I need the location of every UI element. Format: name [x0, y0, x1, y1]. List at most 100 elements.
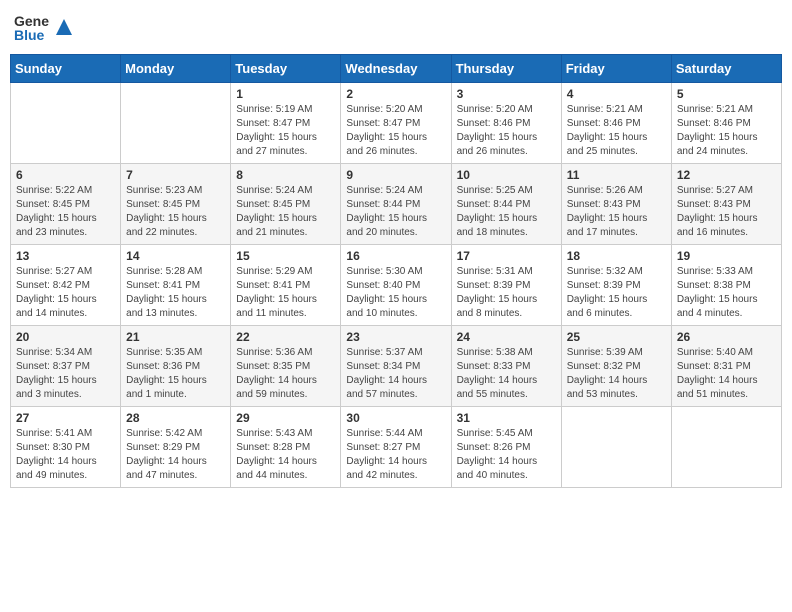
day-number: 10 [457, 168, 556, 182]
calendar-cell: 10 Sunrise: 5:25 AM Sunset: 8:44 PM Dayli… [451, 164, 561, 245]
day-info: Sunrise: 5:30 AM Sunset: 8:40 PM Dayligh… [346, 265, 445, 321]
day-info: Sunrise: 5:32 AM Sunset: 8:39 PM Dayligh… [567, 265, 666, 321]
day-info: Sunrise: 5:41 AM Sunset: 8:30 PM Dayligh… [16, 427, 115, 483]
day-info: Sunrise: 5:23 AM Sunset: 8:45 PM Dayligh… [126, 184, 225, 240]
day-info: Sunrise: 5:29 AM Sunset: 8:41 PM Dayligh… [236, 265, 335, 321]
calendar-cell: 29 Sunrise: 5:43 AM Sunset: 8:28 PM Dayli… [231, 407, 341, 488]
day-number: 6 [16, 168, 115, 182]
weekday-header: Wednesday [341, 55, 451, 83]
day-info: Sunrise: 5:44 AM Sunset: 8:27 PM Dayligh… [346, 427, 445, 483]
calendar-cell: 19 Sunrise: 5:33 AM Sunset: 8:38 PM Dayli… [671, 245, 781, 326]
day-number: 8 [236, 168, 335, 182]
day-info: Sunrise: 5:38 AM Sunset: 8:33 PM Dayligh… [457, 346, 556, 402]
day-number: 15 [236, 249, 335, 263]
svg-text:Blue: Blue [14, 27, 45, 43]
calendar-cell: 31 Sunrise: 5:45 AM Sunset: 8:26 PM Dayli… [451, 407, 561, 488]
calendar-header-row: SundayMondayTuesdayWednesdayThursdayFrid… [11, 55, 782, 83]
day-number: 30 [346, 411, 445, 425]
calendar-cell: 11 Sunrise: 5:26 AM Sunset: 8:43 PM Dayli… [561, 164, 671, 245]
day-number: 12 [677, 168, 776, 182]
calendar-week-row: 6 Sunrise: 5:22 AM Sunset: 8:45 PM Daylig… [11, 164, 782, 245]
logo: General Blue [14, 10, 72, 46]
logo-svg: General Blue [14, 10, 50, 46]
day-info: Sunrise: 5:43 AM Sunset: 8:28 PM Dayligh… [236, 427, 335, 483]
calendar-cell: 7 Sunrise: 5:23 AM Sunset: 8:45 PM Daylig… [121, 164, 231, 245]
weekday-header: Thursday [451, 55, 561, 83]
calendar-week-row: 20Sunrise: 5:34 AM Sunset: 8:37 PM Dayli… [11, 326, 782, 407]
day-info: Sunrise: 5:42 AM Sunset: 8:29 PM Dayligh… [126, 427, 225, 483]
calendar-cell: 4Sunrise: 5:21 AM Sunset: 8:46 PM Daylig… [561, 83, 671, 164]
calendar-cell: 8 Sunrise: 5:24 AM Sunset: 8:45 PM Daylig… [231, 164, 341, 245]
day-number: 13 [16, 249, 115, 263]
day-number: 2 [346, 87, 445, 101]
day-number: 25 [567, 330, 666, 344]
calendar-cell [11, 83, 121, 164]
weekday-header: Sunday [11, 55, 121, 83]
calendar-week-row: 1Sunrise: 5:19 AM Sunset: 8:47 PM Daylig… [11, 83, 782, 164]
day-info: Sunrise: 5:33 AM Sunset: 8:38 PM Dayligh… [677, 265, 776, 321]
day-info: Sunrise: 5:27 AM Sunset: 8:42 PM Dayligh… [16, 265, 115, 321]
day-info: Sunrise: 5:27 AM Sunset: 8:43 PM Dayligh… [677, 184, 776, 240]
day-info: Sunrise: 5:25 AM Sunset: 8:44 PM Dayligh… [457, 184, 556, 240]
calendar-cell: 5Sunrise: 5:21 AM Sunset: 8:46 PM Daylig… [671, 83, 781, 164]
calendar-cell: 26 Sunrise: 5:40 AM Sunset: 8:31 PM Dayli… [671, 326, 781, 407]
day-number: 26 [677, 330, 776, 344]
day-info: Sunrise: 5:39 AM Sunset: 8:32 PM Dayligh… [567, 346, 666, 402]
calendar-cell: 9 Sunrise: 5:24 AM Sunset: 8:44 PM Daylig… [341, 164, 451, 245]
day-number: 4 [567, 87, 666, 101]
calendar-cell: 14 Sunrise: 5:28 AM Sunset: 8:41 PM Dayli… [121, 245, 231, 326]
calendar-cell: 24Sunrise: 5:38 AM Sunset: 8:33 PM Dayli… [451, 326, 561, 407]
weekday-header: Saturday [671, 55, 781, 83]
day-info: Sunrise: 5:20 AM Sunset: 8:46 PM Dayligh… [457, 103, 556, 159]
day-number: 22 [236, 330, 335, 344]
calendar-cell: 6 Sunrise: 5:22 AM Sunset: 8:45 PM Daylig… [11, 164, 121, 245]
calendar-cell: 3 Sunrise: 5:20 AM Sunset: 8:46 PM Daylig… [451, 83, 561, 164]
logo-icon: General Blue [14, 10, 50, 46]
calendar-cell: 2Sunrise: 5:20 AM Sunset: 8:47 PM Daylig… [341, 83, 451, 164]
calendar-cell: 17Sunrise: 5:31 AM Sunset: 8:39 PM Dayli… [451, 245, 561, 326]
calendar-cell: 1Sunrise: 5:19 AM Sunset: 8:47 PM Daylig… [231, 83, 341, 164]
day-number: 14 [126, 249, 225, 263]
calendar-week-row: 13 Sunrise: 5:27 AM Sunset: 8:42 PM Dayli… [11, 245, 782, 326]
calendar-cell: 16 Sunrise: 5:30 AM Sunset: 8:40 PM Dayli… [341, 245, 451, 326]
day-info: Sunrise: 5:37 AM Sunset: 8:34 PM Dayligh… [346, 346, 445, 402]
day-number: 9 [346, 168, 445, 182]
day-info: Sunrise: 5:35 AM Sunset: 8:36 PM Dayligh… [126, 346, 225, 402]
calendar-cell: 25 Sunrise: 5:39 AM Sunset: 8:32 PM Dayli… [561, 326, 671, 407]
day-info: Sunrise: 5:45 AM Sunset: 8:26 PM Dayligh… [457, 427, 556, 483]
day-number: 7 [126, 168, 225, 182]
day-info: Sunrise: 5:21 AM Sunset: 8:46 PM Dayligh… [677, 103, 776, 159]
calendar-cell: 12 Sunrise: 5:27 AM Sunset: 8:43 PM Dayli… [671, 164, 781, 245]
day-info: Sunrise: 5:24 AM Sunset: 8:45 PM Dayligh… [236, 184, 335, 240]
calendar-cell: 30 Sunrise: 5:44 AM Sunset: 8:27 PM Dayli… [341, 407, 451, 488]
day-info: Sunrise: 5:36 AM Sunset: 8:35 PM Dayligh… [236, 346, 335, 402]
calendar-cell: 18 Sunrise: 5:32 AM Sunset: 8:39 PM Dayli… [561, 245, 671, 326]
day-number: 1 [236, 87, 335, 101]
calendar-cell: 28 Sunrise: 5:42 AM Sunset: 8:29 PM Dayli… [121, 407, 231, 488]
calendar-cell: 13 Sunrise: 5:27 AM Sunset: 8:42 PM Dayli… [11, 245, 121, 326]
logo-triangle-icon [56, 19, 72, 35]
day-info: Sunrise: 5:24 AM Sunset: 8:44 PM Dayligh… [346, 184, 445, 240]
calendar-cell: 27Sunrise: 5:41 AM Sunset: 8:30 PM Dayli… [11, 407, 121, 488]
day-number: 18 [567, 249, 666, 263]
day-info: Sunrise: 5:40 AM Sunset: 8:31 PM Dayligh… [677, 346, 776, 402]
calendar-cell [561, 407, 671, 488]
day-number: 29 [236, 411, 335, 425]
calendar-cell [671, 407, 781, 488]
day-info: Sunrise: 5:28 AM Sunset: 8:41 PM Dayligh… [126, 265, 225, 321]
day-info: Sunrise: 5:22 AM Sunset: 8:45 PM Dayligh… [16, 184, 115, 240]
weekday-header: Monday [121, 55, 231, 83]
calendar-cell: 15 Sunrise: 5:29 AM Sunset: 8:41 PM Dayli… [231, 245, 341, 326]
day-number: 23 [346, 330, 445, 344]
day-info: Sunrise: 5:26 AM Sunset: 8:43 PM Dayligh… [567, 184, 666, 240]
day-number: 16 [346, 249, 445, 263]
day-number: 19 [677, 249, 776, 263]
day-number: 28 [126, 411, 225, 425]
page-header: General Blue [10, 10, 782, 46]
day-number: 31 [457, 411, 556, 425]
day-info: Sunrise: 5:31 AM Sunset: 8:39 PM Dayligh… [457, 265, 556, 321]
calendar-table: SundayMondayTuesdayWednesdayThursdayFrid… [10, 54, 782, 488]
day-number: 3 [457, 87, 556, 101]
calendar-cell: 21Sunrise: 5:35 AM Sunset: 8:36 PM Dayli… [121, 326, 231, 407]
day-number: 11 [567, 168, 666, 182]
